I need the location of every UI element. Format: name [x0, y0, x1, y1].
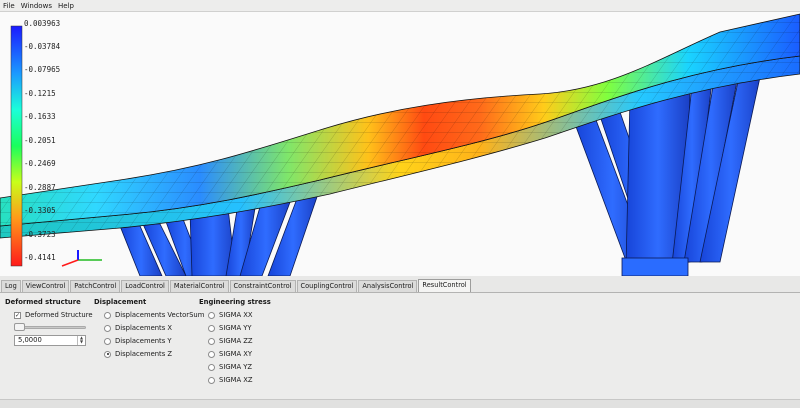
tab-couplingcontrol[interactable]: CouplingControl — [296, 280, 358, 292]
radio-icon[interactable] — [208, 337, 215, 345]
engineering-stress-title: Engineering stress — [199, 298, 271, 306]
tab-materialcontrol[interactable]: MaterialControl — [169, 280, 229, 292]
legend-label-10: -0.4141 — [24, 253, 56, 262]
radio-label: Displacements X — [115, 324, 173, 332]
radio-sigma-yz[interactable]: SIGMA YZ — [208, 363, 252, 371]
legend-label-0: 0.003963 — [24, 19, 61, 28]
radio-label: SIGMA XX — [219, 311, 253, 319]
radio-displacements-vectorsum[interactable]: Displacements VectorSum — [104, 311, 204, 319]
radio-label: SIGMA XY — [219, 350, 253, 358]
legend-label-3: -0.1215 — [24, 89, 56, 98]
legend-label-1: -0.03784 — [24, 42, 61, 51]
tab-analysiscontrol[interactable]: AnalysisControl — [358, 280, 418, 292]
axis-triad — [61, 250, 102, 267]
radio-sigma-zz[interactable]: SIGMA ZZ — [208, 337, 253, 345]
legend-label-6: -0.2469 — [24, 159, 56, 168]
control-tabbar: Log ViewControl PatchControl LoadControl… — [0, 279, 800, 292]
radio-icon[interactable] — [104, 311, 111, 319]
radio-label: SIGMA XZ — [219, 376, 253, 384]
radio-icon[interactable] — [208, 350, 215, 358]
displacement-title: Displacement — [94, 298, 147, 306]
menu-file[interactable]: File — [3, 2, 15, 10]
radio-sigma-xx[interactable]: SIGMA XX — [208, 311, 253, 319]
result-control-panel: Deformed structure ✓ Deformed Structure … — [0, 292, 800, 400]
deformed-structure-checkbox[interactable]: ✓ Deformed Structure — [14, 311, 93, 319]
radio-sigma-xz[interactable]: SIGMA XZ — [208, 376, 253, 384]
deformation-scale-slider-handle[interactable] — [14, 323, 25, 331]
radio-selected-icon[interactable] — [104, 350, 111, 358]
legend-color-bar — [10, 25, 23, 267]
radio-displacements-y[interactable]: Displacements Y — [104, 337, 172, 345]
radio-sigma-xy[interactable]: SIGMA XY — [208, 350, 252, 358]
status-bar — [0, 400, 800, 408]
radio-displacements-x[interactable]: Displacements X — [104, 324, 172, 332]
menubar: File Windows Help — [0, 0, 800, 12]
radio-label: SIGMA YY — [219, 324, 252, 332]
3d-viewport[interactable]: 0.003963 -0.03784 -0.07965 -0.1215 -0.16… — [0, 12, 800, 276]
radio-label: Displacements Z — [115, 350, 173, 358]
deformation-scale-value: 5,0000 — [18, 336, 42, 344]
menu-help[interactable]: Help — [58, 2, 74, 10]
legend-label-5: -0.2051 — [24, 136, 56, 145]
tab-resultcontrol[interactable]: ResultControl — [418, 279, 471, 292]
legend-label-4: -0.1633 — [24, 112, 56, 121]
deformed-structure-label: Deformed Structure — [25, 311, 93, 319]
radio-label: Displacements VectorSum — [115, 311, 205, 319]
radio-label: SIGMA ZZ — [219, 337, 253, 345]
radio-icon[interactable] — [208, 376, 215, 384]
radio-displacements-z[interactable]: Displacements Z — [104, 350, 172, 358]
deformed-structure-title: Deformed structure — [5, 298, 81, 306]
spin-arrows-icon[interactable]: ▲ ▼ — [77, 336, 85, 345]
menu-windows[interactable]: Windows — [21, 2, 52, 10]
radio-sigma-yy[interactable]: SIGMA YY — [208, 324, 252, 332]
checkbox-checked-icon[interactable]: ✓ — [14, 311, 21, 319]
legend-label-2: -0.07965 — [24, 65, 61, 74]
legend-label-9: -0.3723 — [24, 230, 56, 239]
radio-icon[interactable] — [208, 324, 215, 332]
tab-viewcontrol[interactable]: ViewControl — [21, 280, 70, 292]
tab-loadcontrol[interactable]: LoadControl — [121, 280, 169, 292]
tab-constraintcontrol[interactable]: ConstraintControl — [229, 280, 296, 292]
radio-label: SIGMA YZ — [219, 363, 253, 371]
tab-log[interactable]: Log — [1, 280, 21, 292]
radio-icon[interactable] — [104, 324, 111, 332]
legend-label-7: -0.2887 — [24, 183, 56, 192]
radio-icon[interactable] — [104, 337, 111, 345]
radio-icon[interactable] — [208, 311, 215, 319]
tab-patchcontrol[interactable]: PatchControl — [70, 280, 121, 292]
radio-icon[interactable] — [208, 363, 215, 371]
legend-label-8: -0.3305 — [24, 206, 56, 215]
radio-label: Displacements Y — [115, 337, 172, 345]
bridge-render — [0, 13, 800, 276]
deformation-scale-spinbox[interactable]: 5,0000 ▲ ▼ — [14, 335, 86, 346]
